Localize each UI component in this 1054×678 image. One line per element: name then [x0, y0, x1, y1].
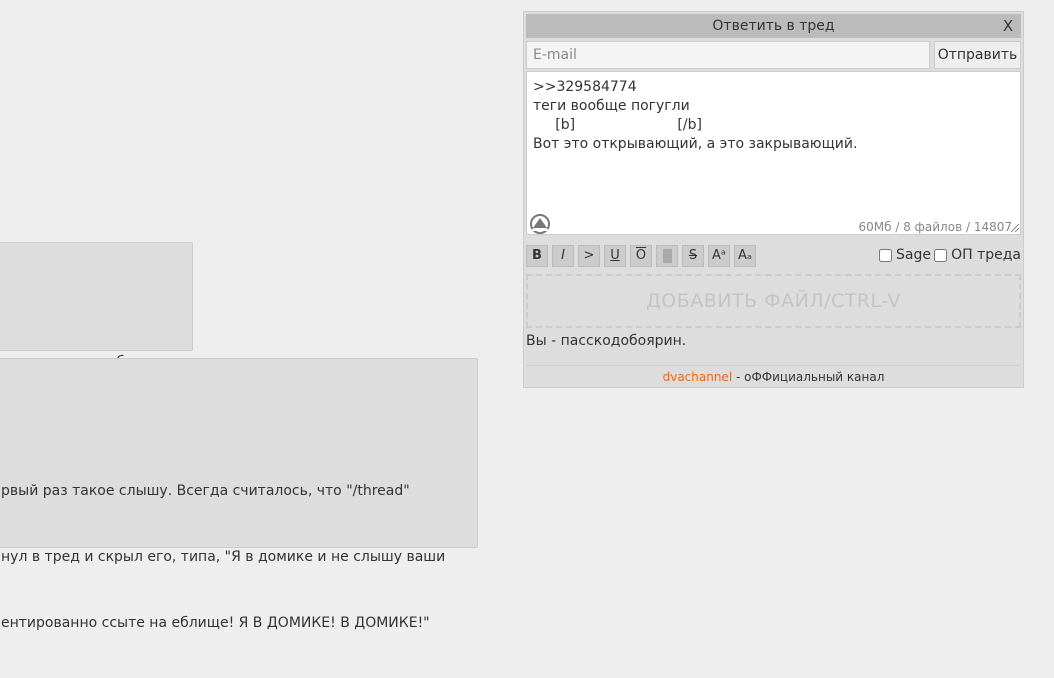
- message-textarea[interactable]: >>329584774 теги вообще погугли [b] [/b]…: [526, 71, 1021, 235]
- italic-button[interactable]: I: [552, 245, 574, 267]
- quote-button[interactable]: >: [578, 245, 600, 267]
- sage-label: Sage: [896, 247, 931, 263]
- email-field[interactable]: [526, 41, 930, 69]
- file-dropzone[interactable]: ДОБАВИТЬ ФАЙЛ/CTRL-V: [526, 274, 1021, 328]
- post-message: рвый раз такое слышу. Всегда считалось, …: [1, 436, 445, 678]
- sage-option[interactable]: Sage: [879, 247, 931, 263]
- underline-button[interactable]: U: [604, 245, 626, 267]
- close-button[interactable]: X: [1001, 14, 1015, 38]
- op-option[interactable]: ОП треда: [934, 247, 1021, 263]
- spoiler-icon: [662, 248, 672, 263]
- poster-identity: Вы - пасскодобоярин.: [526, 333, 687, 349]
- upload-limits: 60Мб / 8 файлов / 14807: [858, 220, 1013, 234]
- overline-button[interactable]: O: [630, 245, 652, 267]
- post-line: нул в тред и скрыл его, типа, "Я в домик…: [1, 549, 446, 565]
- quick-reply-header[interactable]: Ответить в тред X: [526, 14, 1021, 38]
- submit-button[interactable]: Отправить: [934, 41, 1021, 69]
- spoiler-button[interactable]: [656, 245, 678, 267]
- footer: dvachannel - оФФициальный канал: [524, 370, 1023, 384]
- resize-handle-icon[interactable]: [1010, 223, 1020, 233]
- quick-reply-title: Ответить в тред: [712, 18, 835, 34]
- post-line: рвый раз такое слышу. Всегда считалось, …: [1, 483, 410, 499]
- bold-button[interactable]: B: [526, 245, 548, 267]
- footer-text: - оФФициальный канал: [732, 370, 885, 384]
- op-label: ОП треда: [951, 247, 1021, 263]
- op-checkbox[interactable]: [934, 248, 948, 262]
- sage-checkbox[interactable]: [879, 248, 893, 262]
- superscript-button[interactable]: Aᵃ: [708, 245, 730, 267]
- dvachannel-link[interactable]: dvachannel: [663, 370, 733, 384]
- subscript-button[interactable]: Aₐ: [734, 245, 756, 267]
- strike-button[interactable]: S: [682, 245, 704, 267]
- post-line: ентированно ссыте на еблище! Я В ДОМИКЕ!…: [1, 615, 430, 631]
- divider: [526, 365, 1021, 366]
- post-card: рвый раз такое слышу. Всегда считалось, …: [0, 358, 478, 631]
- post-card: понравилась в банках: [0, 242, 193, 370]
- quick-reply-form: Ответить в тред X Отправить >>329584774 …: [523, 11, 1024, 388]
- dvach-logo-icon[interactable]: [529, 213, 551, 235]
